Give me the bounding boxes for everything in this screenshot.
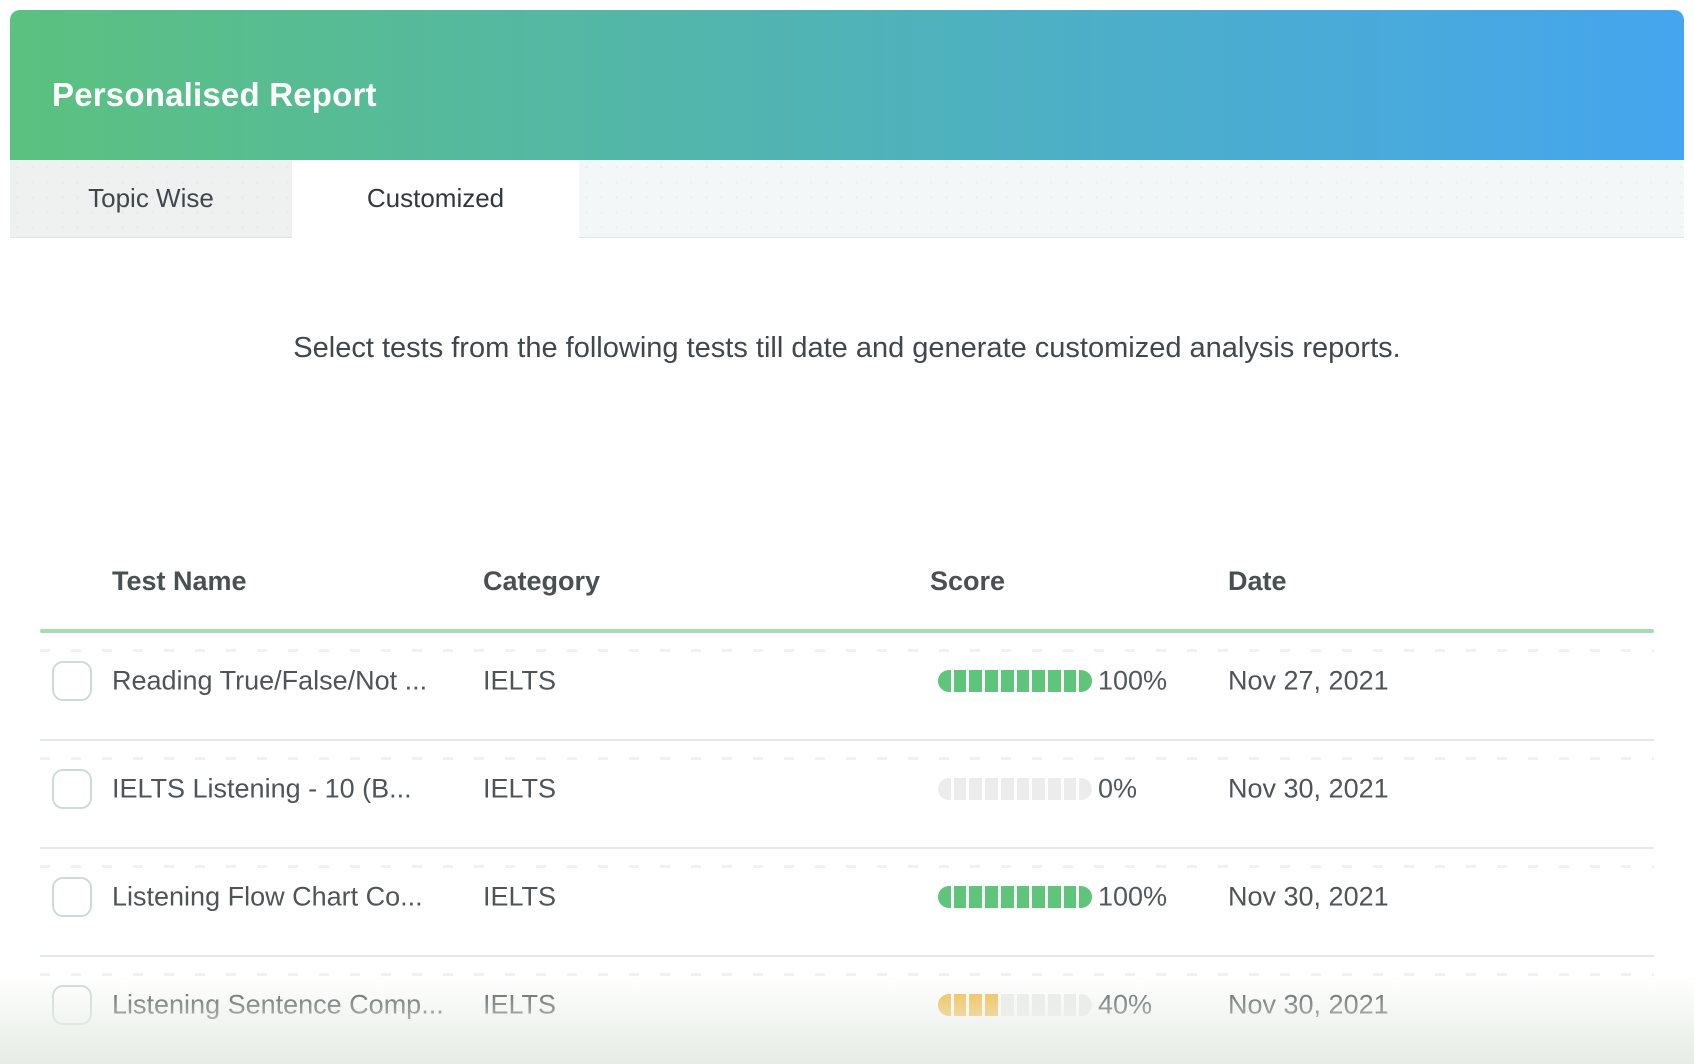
column-header-score: Score <box>930 566 1005 597</box>
progress-segment <box>1001 886 1014 908</box>
tab-bar: Topic Wise Customized <box>10 160 1684 238</box>
progress-segment <box>1079 886 1092 908</box>
date-cell: Nov 30, 2021 <box>1228 990 1389 1021</box>
progress-segment <box>1064 778 1077 800</box>
progress-segment <box>1064 670 1077 692</box>
score-progress-bar <box>938 886 1092 908</box>
progress-segment <box>985 886 998 908</box>
table-row: IELTS Listening - 10 (B... IELTS 0% Nov … <box>40 739 1654 847</box>
tab-topic-wise[interactable]: Topic Wise <box>10 160 292 238</box>
category-cell: IELTS <box>483 774 556 805</box>
progress-segment <box>1017 886 1030 908</box>
row-checkbox[interactable] <box>52 877 92 917</box>
progress-segment <box>1079 778 1092 800</box>
test-name-cell: IELTS Listening - 10 (B... <box>112 774 412 805</box>
test-name-cell: Reading True/False/Not ... <box>112 666 427 697</box>
progress-segment <box>1017 670 1030 692</box>
category-cell: IELTS <box>483 666 556 697</box>
column-header-date: Date <box>1228 566 1287 597</box>
progress-segment <box>969 670 982 692</box>
progress-segment <box>1032 886 1045 908</box>
row-checkbox[interactable] <box>52 661 92 701</box>
instruction-text: Select tests from the following tests ti… <box>0 332 1694 365</box>
progress-segment <box>1032 670 1045 692</box>
date-cell: Nov 30, 2021 <box>1228 774 1389 805</box>
test-name-cell: Listening Sentence Comp... <box>112 990 444 1021</box>
test-table-body: Reading True/False/Not ... IELTS 100% No… <box>40 633 1654 1063</box>
progress-segment <box>985 994 998 1016</box>
score-progress-bar <box>938 994 1092 1016</box>
table-row: Listening Flow Chart Co... IELTS 100% No… <box>40 847 1654 955</box>
progress-segment <box>954 886 967 908</box>
row-checkbox[interactable] <box>52 769 92 809</box>
progress-segment <box>938 778 951 800</box>
progress-segment <box>985 670 998 692</box>
progress-segment <box>1064 886 1077 908</box>
score-percent-label: 0% <box>1098 774 1137 805</box>
report-header: Personalised Report <box>10 10 1684 160</box>
progress-segment <box>1001 778 1014 800</box>
table-row: Reading True/False/Not ... IELTS 100% No… <box>40 633 1654 739</box>
progress-segment <box>1017 994 1030 1016</box>
progress-segment <box>1001 994 1014 1016</box>
progress-segment <box>1064 994 1077 1016</box>
score-percent-label: 40% <box>1098 990 1152 1021</box>
progress-segment <box>969 886 982 908</box>
progress-segment <box>954 670 967 692</box>
column-header-category: Category <box>483 566 600 597</box>
progress-segment <box>1079 670 1092 692</box>
score-progress-bar <box>938 778 1092 800</box>
tab-bar-filler <box>579 160 1684 238</box>
progress-segment <box>985 778 998 800</box>
tab-customized[interactable]: Customized <box>292 160 579 238</box>
progress-segment <box>969 778 982 800</box>
progress-segment <box>1048 994 1061 1016</box>
tab-topic-wise-label: Topic Wise <box>88 183 214 214</box>
test-name-cell: Listening Flow Chart Co... <box>112 882 423 913</box>
score-progress-bar <box>938 670 1092 692</box>
category-cell: IELTS <box>483 990 556 1021</box>
page-title: Personalised Report <box>52 76 377 114</box>
progress-segment <box>1048 670 1061 692</box>
tab-customized-label: Customized <box>367 183 504 214</box>
progress-segment <box>938 994 951 1016</box>
table-row: Listening Sentence Comp... IELTS 40% Nov… <box>40 955 1654 1063</box>
progress-segment <box>969 994 982 1016</box>
progress-segment <box>1017 778 1030 800</box>
progress-segment <box>938 670 951 692</box>
progress-segment <box>1048 778 1061 800</box>
progress-segment <box>1032 778 1045 800</box>
date-cell: Nov 27, 2021 <box>1228 666 1389 697</box>
score-percent-label: 100% <box>1098 666 1167 697</box>
progress-segment <box>1079 994 1092 1016</box>
progress-segment <box>954 994 967 1016</box>
category-cell: IELTS <box>483 882 556 913</box>
column-header-test-name: Test Name <box>112 566 247 597</box>
progress-segment <box>1048 886 1061 908</box>
date-cell: Nov 30, 2021 <box>1228 882 1389 913</box>
bottom-separator <box>40 1053 1654 1055</box>
row-checkbox[interactable] <box>52 985 92 1025</box>
progress-segment <box>938 886 951 908</box>
progress-segment <box>1032 994 1045 1016</box>
progress-segment <box>954 778 967 800</box>
progress-segment <box>1001 670 1014 692</box>
score-percent-label: 100% <box>1098 882 1167 913</box>
